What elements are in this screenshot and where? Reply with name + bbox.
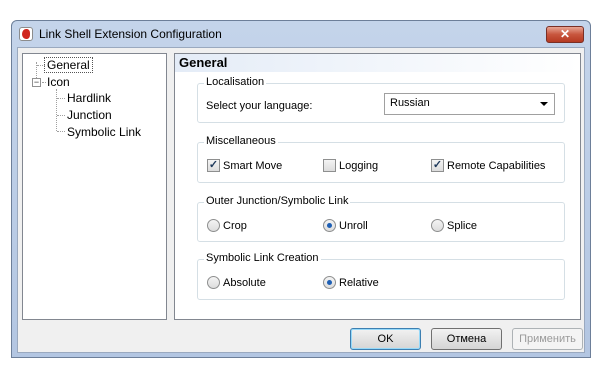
logging-label[interactable]: Logging: [339, 160, 378, 172]
tree-item-symbolic-link[interactable]: Symbolic Link: [67, 125, 141, 139]
config-window: Link Shell Extension Configuration ✕ Gen…: [11, 20, 591, 358]
relative-label[interactable]: Relative: [339, 277, 379, 289]
crop-label[interactable]: Crop: [223, 220, 247, 232]
smart-move-checkbox[interactable]: ✓: [207, 159, 220, 172]
tree-connector: [56, 89, 57, 131]
symlink-creation-group: Symbolic Link Creation Absolute Relative: [197, 252, 565, 300]
remote-capabilities-checkbox[interactable]: ✓: [431, 159, 444, 172]
symlink-creation-group-title: Symbolic Link Creation: [204, 252, 321, 264]
title-bar[interactable]: Link Shell Extension Configuration ✕: [12, 21, 590, 47]
splice-radio[interactable]: [431, 219, 444, 232]
tree-connector: [57, 131, 65, 132]
language-select-value: Russian: [390, 97, 430, 109]
miscellaneous-group-title: Miscellaneous: [204, 135, 278, 147]
tree-item-general[interactable]: General: [44, 57, 93, 73]
logging-checkbox[interactable]: [323, 159, 336, 172]
panel-title: General: [175, 54, 580, 72]
tree-connector: [42, 82, 46, 83]
tree-connector: [57, 115, 65, 116]
outer-junction-group: Outer Junction/Symbolic Link Crop Unroll…: [197, 195, 565, 242]
language-label: Select your language:: [206, 100, 313, 112]
relative-radio[interactable]: [323, 276, 336, 289]
miscellaneous-group: Miscellaneous ✓ Smart Move Logging ✓ Rem…: [197, 135, 565, 183]
ok-button[interactable]: OK: [350, 328, 421, 350]
dialog-client-area: General − Icon Hardlink Junction Symboli…: [17, 47, 585, 353]
window-title: Link Shell Extension Configuration: [39, 27, 222, 41]
cancel-button[interactable]: Отмена: [431, 328, 502, 350]
absolute-radio[interactable]: [207, 276, 220, 289]
tree-connector: [57, 98, 65, 99]
splice-label[interactable]: Splice: [447, 220, 477, 232]
tree-item-junction[interactable]: Junction: [67, 108, 112, 122]
tree-connector: [37, 65, 45, 66]
apply-button[interactable]: Применить: [512, 328, 583, 350]
chevron-down-icon[interactable]: [540, 102, 548, 106]
language-select[interactable]: Russian: [384, 93, 555, 115]
absolute-label[interactable]: Absolute: [223, 277, 266, 289]
collapse-icon[interactable]: −: [32, 78, 41, 87]
crop-radio[interactable]: [207, 219, 220, 232]
settings-tree[interactable]: General − Icon Hardlink Junction Symboli…: [22, 53, 167, 320]
smart-move-label[interactable]: Smart Move: [223, 160, 282, 172]
settings-panel: General Localisation Select your languag…: [174, 53, 581, 320]
app-icon: [19, 27, 33, 41]
remote-capabilities-label[interactable]: Remote Capabilities: [447, 160, 545, 172]
localisation-group: Localisation Select your language: Russi…: [197, 76, 565, 123]
close-button[interactable]: ✕: [546, 26, 584, 43]
tree-item-icon[interactable]: Icon: [47, 75, 70, 89]
unroll-radio[interactable]: [323, 219, 336, 232]
localisation-group-title: Localisation: [204, 76, 267, 88]
unroll-label[interactable]: Unroll: [339, 220, 368, 232]
tree-item-hardlink[interactable]: Hardlink: [67, 91, 111, 105]
outer-junction-group-title: Outer Junction/Symbolic Link: [204, 195, 351, 207]
